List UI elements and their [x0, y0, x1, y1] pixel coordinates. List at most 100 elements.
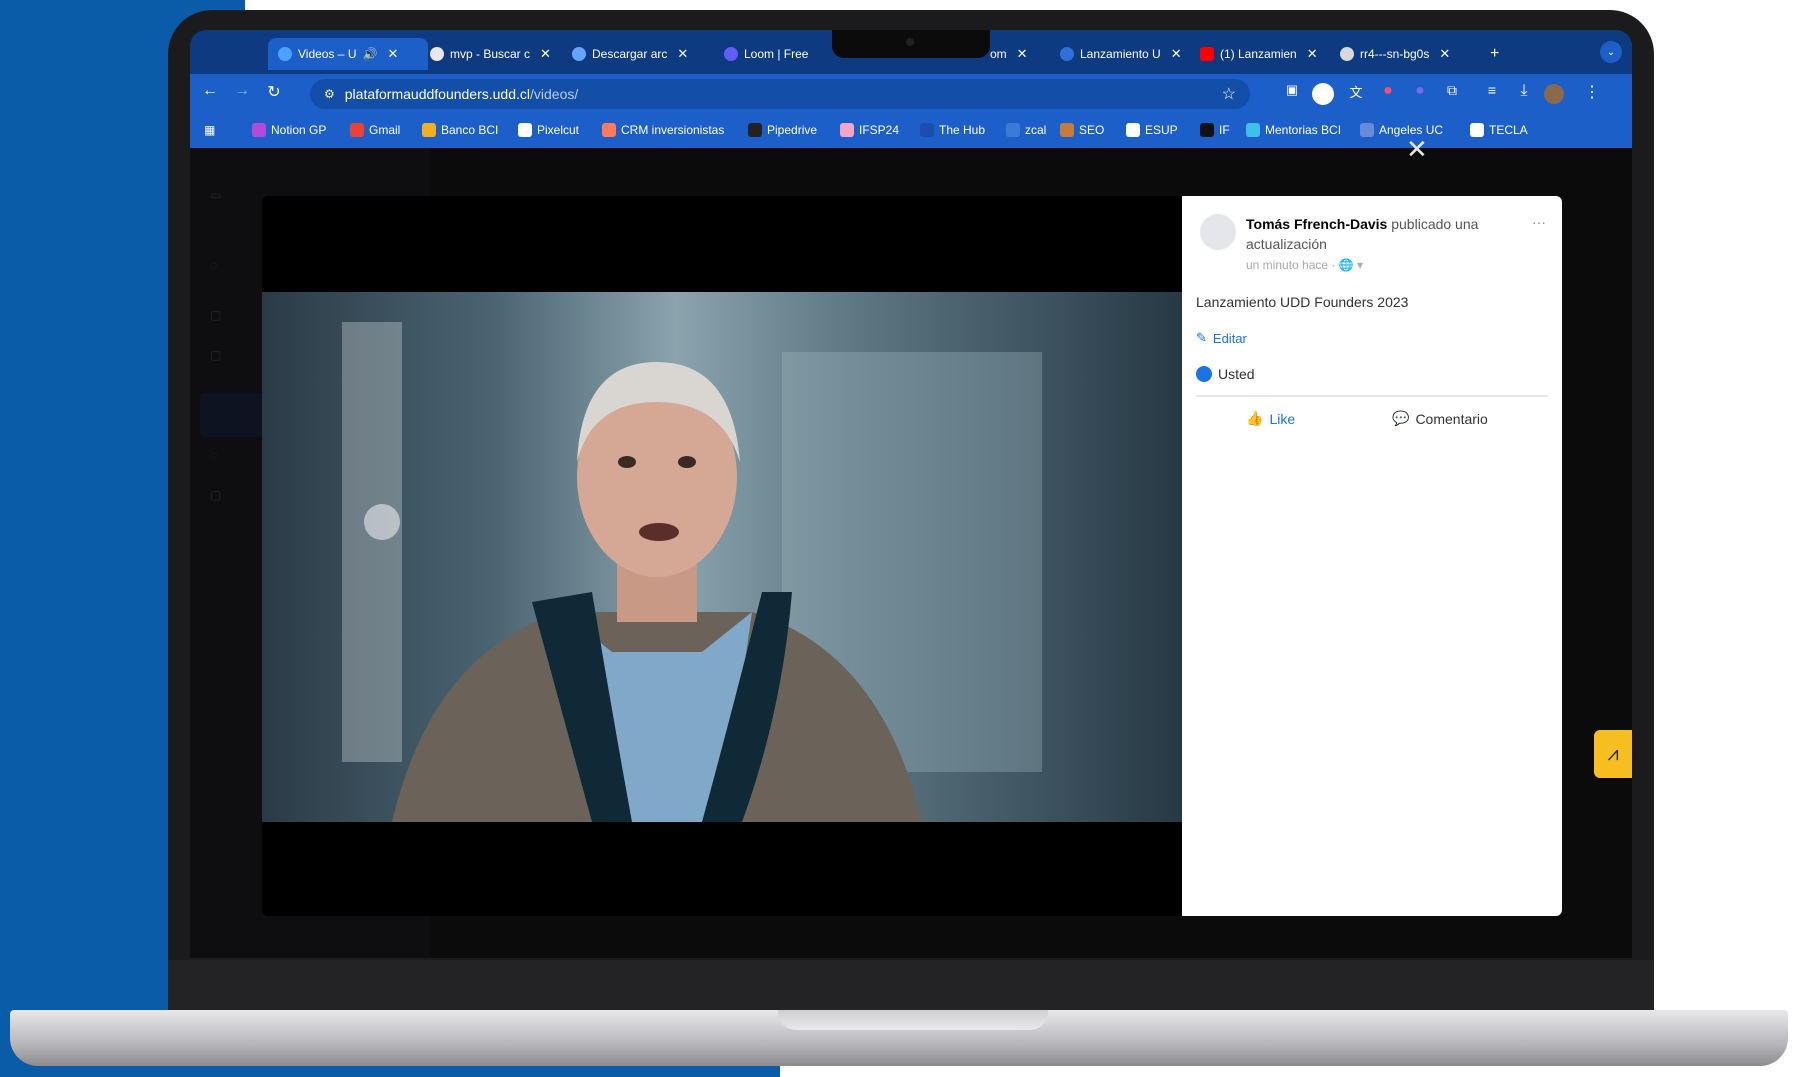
profile-avatar[interactable] [1544, 84, 1564, 104]
close-tab-icon[interactable]: ✕ [1307, 46, 1318, 62]
laptop-groove [778, 1010, 1048, 1030]
close-tab-icon[interactable]: ✕ [1171, 46, 1182, 62]
language-icon[interactable]: 文 [1344, 82, 1368, 101]
author-name[interactable]: Tomás Ffrench-Davis [1246, 216, 1387, 232]
comment-icon: 💬 [1392, 410, 1410, 426]
bookmark-item[interactable]: Angeles UC [1360, 123, 1443, 137]
pipedrive-icon [748, 123, 762, 137]
google-favicon-icon [430, 47, 444, 61]
bookmark-item[interactable]: SEO [1060, 123, 1104, 137]
download-icon[interactable]: ⤓ [1512, 82, 1536, 100]
video-player[interactable] [262, 196, 1182, 916]
edit-label: Editar [1212, 330, 1247, 346]
bookmark-item[interactable]: TECLA [1470, 123, 1528, 137]
bookmark-item[interactable]: IFSP24 [840, 123, 899, 137]
tecla-icon [1470, 123, 1484, 137]
bookmark-item[interactable]: Notion GP [252, 123, 326, 137]
browser-toolbar: ← → ↻ ⚙ plataformauddfounders.udd.cl/vid… [190, 74, 1632, 114]
bookmark-label: Pipedrive [767, 123, 818, 137]
close-tab-icon[interactable]: ✕ [1439, 46, 1450, 62]
bookmark-item[interactable]: CRM inversionistas [602, 123, 724, 137]
bookmark-item[interactable]: Banco BCI [422, 123, 498, 137]
reading-list-icon[interactable]: ≡ [1480, 82, 1504, 98]
bookmark-label: Pixelcut [537, 123, 580, 137]
post-options-icon[interactable]: ··· [1532, 214, 1546, 230]
if-icon [1200, 123, 1214, 137]
extension-icon[interactable] [1312, 83, 1334, 105]
bookmark-item[interactable]: Pixelcut [518, 123, 579, 137]
bookmark-label: Mentorias BCI [1265, 123, 1342, 137]
tab-rr4[interactable]: rr4---sn-bg0s ✕ [1340, 38, 1478, 70]
bookmark-label: Gmail [369, 123, 401, 137]
reaction-user: Usted [1218, 366, 1255, 382]
zcal-icon [1006, 123, 1020, 137]
close-tab-icon[interactable]: ✕ [540, 46, 551, 62]
avatar[interactable] [1200, 214, 1236, 250]
bookmark-item[interactable]: Pipedrive [748, 123, 817, 137]
bookmark-item[interactable]: IF [1200, 123, 1230, 137]
bookmark-star-icon[interactable]: ☆ [1222, 84, 1236, 104]
tab-label: (1) Lanzamien [1220, 47, 1297, 61]
close-tab-icon[interactable]: ✕ [387, 46, 398, 62]
translate-icon[interactable]: ▣ [1280, 82, 1304, 98]
privacy-dropdown-icon[interactable]: ▾ [1357, 258, 1363, 272]
menu-kebab-icon[interactable]: ⋮ [1580, 82, 1604, 102]
tab-label: rr4---sn-bg0s [1360, 47, 1430, 61]
gmail-icon [350, 123, 364, 137]
apps-grid-icon[interactable]: ▦ [204, 123, 215, 137]
address-bar[interactable]: ⚙ plataformauddfounders.udd.cl/videos/ ☆ [310, 79, 1250, 109]
site-settings-icon[interactable]: ⚙ [324, 87, 335, 101]
post-time: un minuto hace · 🌐 ▾ [1246, 258, 1363, 272]
bci-icon [422, 123, 436, 137]
bookmark-item[interactable]: Gmail [350, 123, 400, 137]
tab-lanzamiento[interactable]: Lanzamiento U ✕ [1060, 38, 1188, 70]
close-modal-icon[interactable]: ✕ [1406, 134, 1428, 165]
bookmark-label: Banco BCI [441, 123, 499, 137]
thehub-icon [920, 123, 934, 137]
bookmark-item[interactable]: The Hub [920, 123, 985, 137]
extension-purple-icon[interactable]: ● [1408, 82, 1432, 100]
like-button[interactable]: 👍 Like [1246, 410, 1295, 427]
tab-youtube[interactable]: (1) Lanzamien ✕ [1200, 38, 1330, 70]
extension-red-icon[interactable]: ● [1376, 82, 1400, 100]
bookmark-label: Notion GP [271, 123, 327, 137]
divider [1196, 395, 1548, 397]
tab-mvp[interactable]: mvp - Buscar c ✕ [430, 38, 560, 70]
pixelcut-icon [518, 123, 532, 137]
url-path: /videos/ [530, 86, 579, 102]
forward-icon[interactable]: → [230, 82, 254, 100]
seo-icon [1060, 123, 1074, 137]
close-tab-icon[interactable]: ✕ [677, 46, 688, 62]
comment-button[interactable]: 💬 Comentario [1392, 410, 1488, 427]
reload-icon[interactable]: ↻ [262, 82, 286, 102]
new-tab-button[interactable]: + [1490, 38, 1510, 70]
bookmark-item[interactable]: ESUP [1126, 123, 1178, 137]
udd-favicon-icon [1060, 47, 1074, 61]
tab-label: Descargar arc [592, 47, 668, 61]
floating-helper-widget[interactable]: ⩘ [1594, 730, 1632, 778]
comment-label: Comentario [1415, 410, 1488, 427]
extensions-puzzle-icon[interactable]: ⧉ [1440, 82, 1464, 99]
tab-loom[interactable]: Loom | Free [724, 38, 834, 70]
close-tab-icon[interactable]: ✕ [1017, 46, 1028, 62]
back-icon[interactable]: ← [198, 82, 222, 100]
loom-favicon-icon [724, 47, 738, 61]
bookmark-item[interactable]: zcal [1006, 123, 1046, 137]
post-time-label: un minuto hace · [1246, 258, 1336, 272]
tab-search-icon[interactable]: ⌄ [1600, 41, 1622, 63]
tab-descargar[interactable]: Descargar arc ✕ [572, 38, 712, 70]
video-frame[interactable] [262, 292, 1182, 822]
bookmark-item[interactable]: Mentorias BCI [1246, 123, 1341, 137]
globe-icon[interactable]: 🌐 [1339, 258, 1354, 272]
laptop-bezel-bottom [168, 960, 1654, 1010]
diamond-favicon-icon [572, 47, 586, 61]
reaction-summary[interactable]: Usted [1196, 366, 1255, 382]
tab-label: Lanzamiento U [1080, 47, 1161, 61]
bookmark-label: SEO [1079, 123, 1105, 137]
url-host: plataformauddfounders.udd.cl [344, 86, 530, 102]
bookmark-label: CRM inversionistas [621, 123, 725, 137]
tab-om[interactable]: om ✕ [990, 38, 1050, 70]
tab-videos[interactable]: Videos – U 🔊 ✕ [268, 38, 428, 70]
speaker-icon[interactable]: 🔊 [362, 47, 377, 61]
edit-button[interactable]: ✎ Editar [1196, 330, 1247, 346]
